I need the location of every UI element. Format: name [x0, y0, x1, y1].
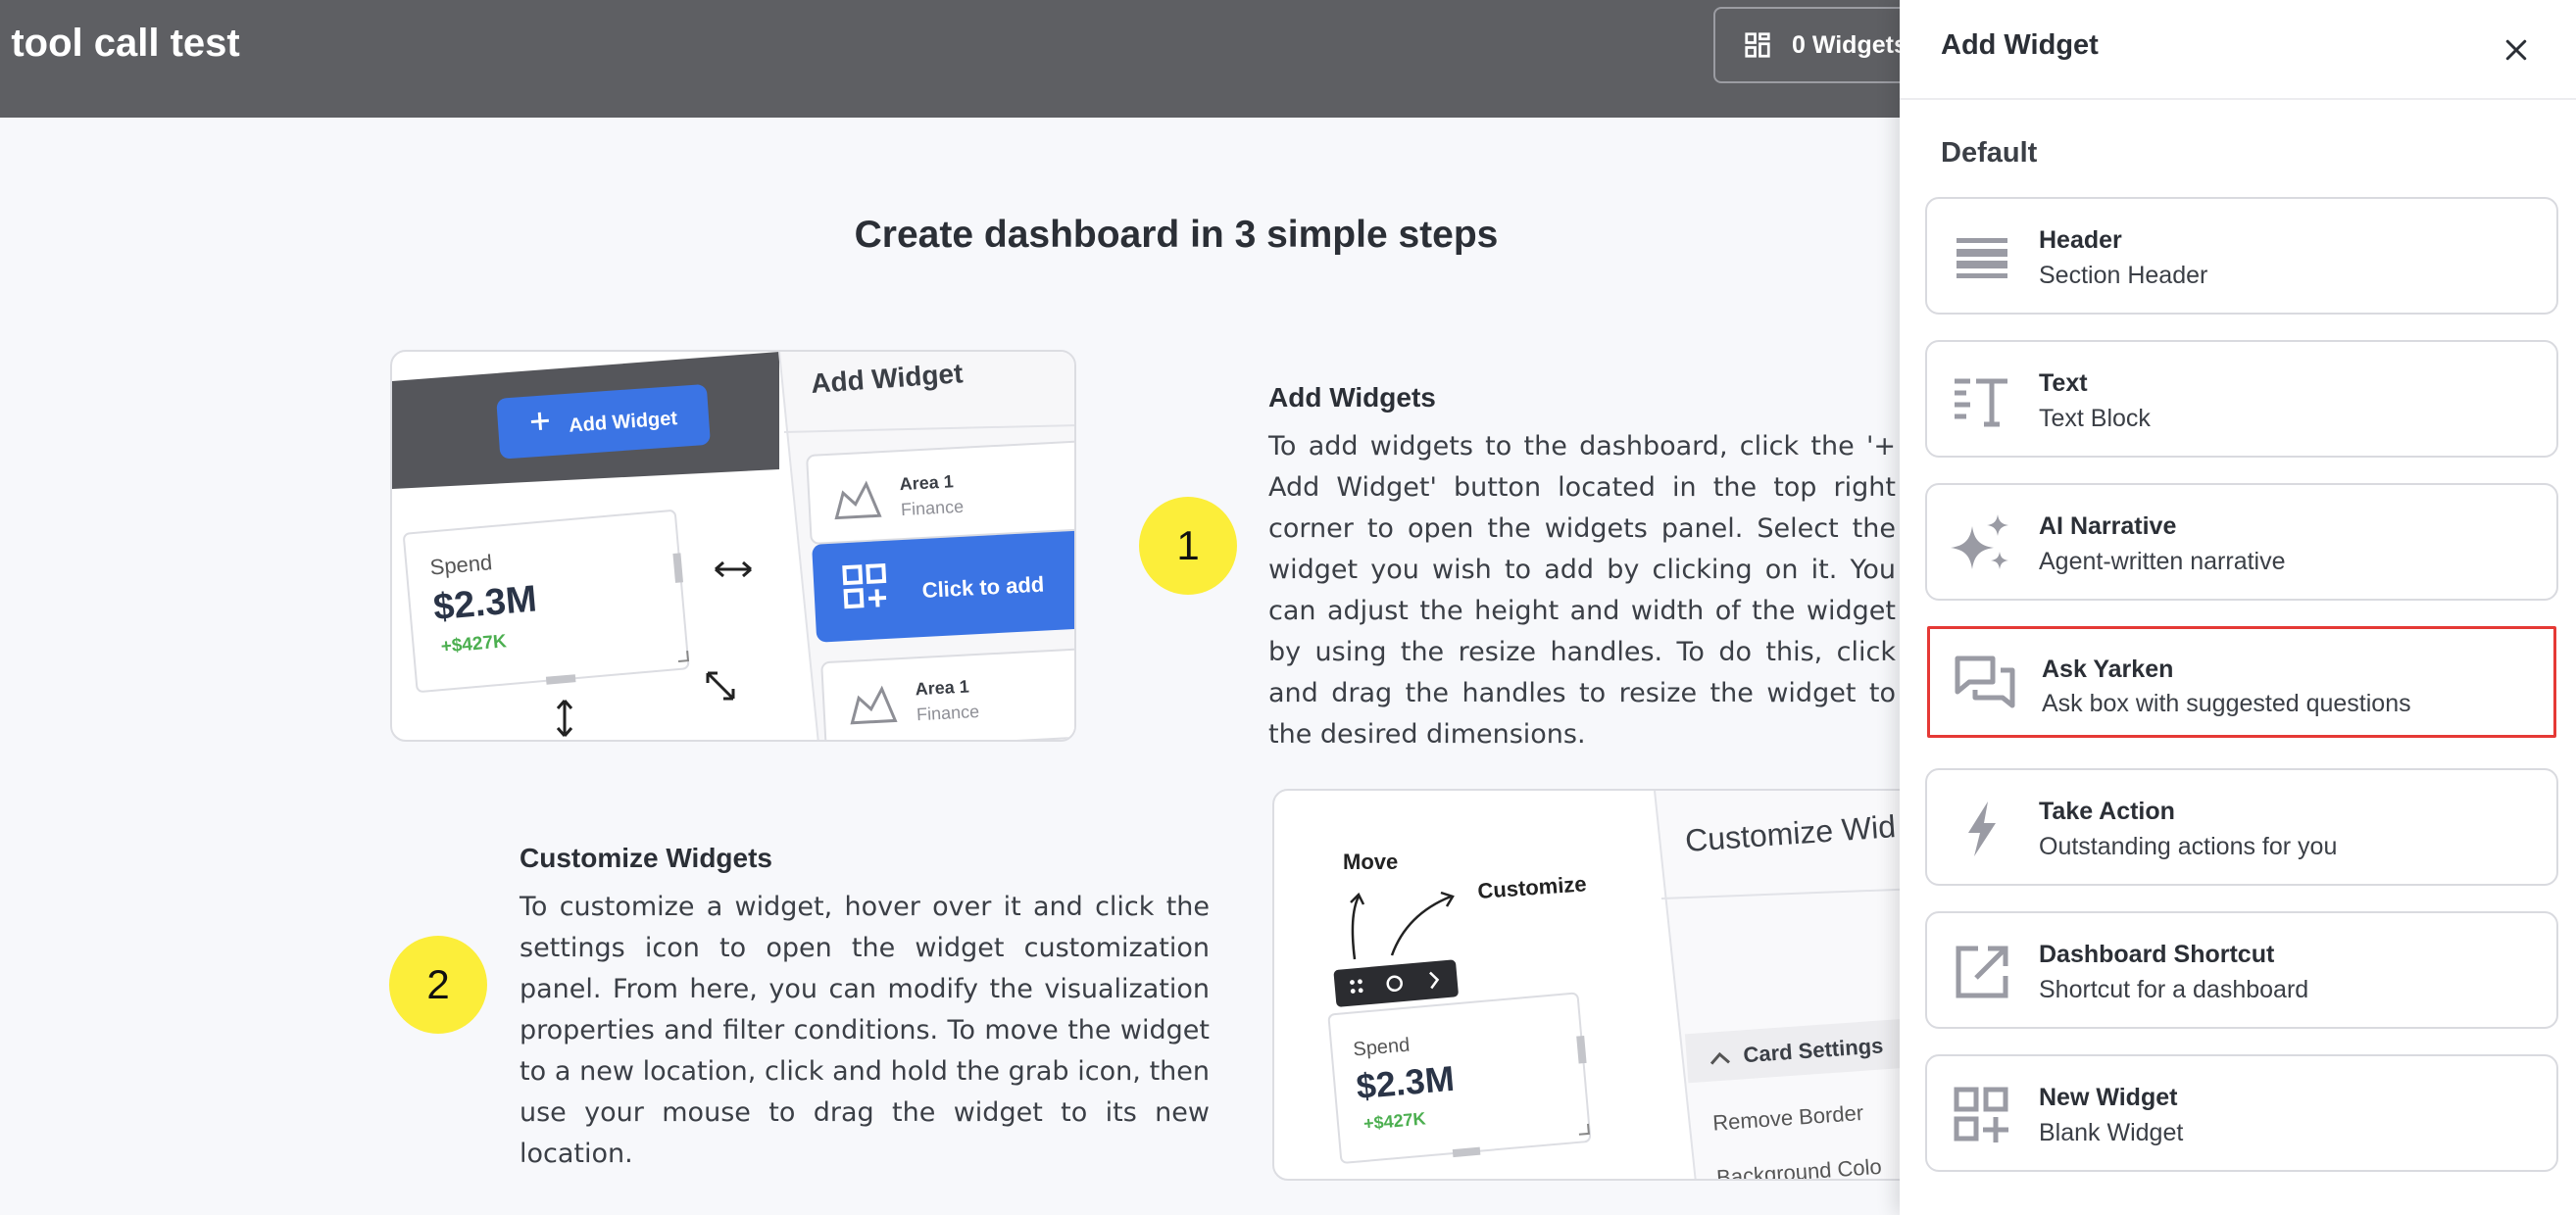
lightning-icon	[1951, 800, 2013, 858]
widget-option-new-widget[interactable]: New Widget Blank Widget	[1925, 1054, 2558, 1172]
widget-option-desc: Blank Widget	[2039, 1119, 2184, 1146]
panel-header: Add Widget	[1900, 0, 2576, 100]
widget-option-desc: Text Block	[2039, 405, 2151, 432]
chat-bubbles-icon	[1954, 655, 2016, 713]
widget-option-dashboard-shortcut[interactable]: Dashboard Shortcut Shortcut for a dashbo…	[1925, 911, 2558, 1029]
close-icon	[2505, 39, 2527, 61]
widget-option-header[interactable]: Header Section Header	[1925, 197, 2558, 315]
widget-option-name: AI Narrative	[2039, 512, 2177, 540]
step-2-title: Customize Widgets	[520, 843, 772, 873]
add-widgets-illustration: Add Widget Add Widget Area 1 Finance Cli…	[390, 350, 1076, 742]
add-widget-panel: Add Widget Default Header Section Header	[1900, 0, 2576, 1215]
widget-option-name: Text	[2039, 369, 2088, 397]
illus-item1-title: Area 1	[899, 471, 954, 494]
widget-option-name: Header	[2039, 226, 2122, 254]
widget-option-desc: Ask box with suggested questions	[2042, 690, 2411, 717]
illus-item2-sub: Finance	[916, 702, 980, 724]
illus-item2-title: Area 1	[915, 676, 969, 699]
illus-item1-sub: Finance	[901, 497, 965, 519]
dashboard-title: e tool call test	[0, 22, 240, 65]
widget-grid-add-icon	[1951, 1086, 2013, 1144]
step-2-description: To customize a widget, hover over it and…	[520, 892, 1210, 1169]
widget-option-name: New Widget	[2039, 1084, 2178, 1111]
widget-grid-icon	[1745, 32, 1770, 58]
step-1-badge: 1	[1139, 497, 1237, 595]
text-block-icon	[1951, 371, 2013, 430]
widget-option-ask-yarken[interactable]: Ask Yarken Ask box with suggested questi…	[1927, 626, 2556, 738]
widget-option-name: Ask Yarken	[2042, 656, 2174, 683]
step-1-description: To add widgets to the dashboard, click t…	[1268, 431, 1896, 750]
illus2-card-value: $2.3M	[1355, 1058, 1456, 1107]
widget-option-take-action[interactable]: Take Action Outstanding actions for you	[1925, 768, 2558, 886]
widget-option-name: Dashboard Shortcut	[2039, 941, 2275, 968]
customize-widgets-illustration: Customize Wid Card Settings Remove Borde…	[1272, 789, 1919, 1181]
section-header-icon	[1951, 228, 2013, 287]
widget-option-desc: Shortcut for a dashboard	[2039, 976, 2309, 1003]
widget-option-name: Take Action	[2039, 798, 2175, 825]
step-2-badge: 2	[389, 936, 487, 1034]
section-label-default: Default	[1941, 137, 2038, 169]
panel-title: Add Widget	[1941, 29, 2099, 61]
step-1-title: Add Widgets	[1268, 382, 1436, 413]
widget-option-desc: Section Header	[2039, 262, 2208, 289]
sparkles-icon	[1951, 514, 2013, 573]
external-link-icon	[1951, 943, 2013, 1001]
illus2-move-label: Move	[1343, 850, 1398, 874]
widget-option-ai-narrative[interactable]: AI Narrative Agent-written narrative	[1925, 483, 2558, 601]
widgets-count-label: 0 Widgets	[1792, 30, 1907, 59]
widget-option-desc: Outstanding actions for you	[2039, 833, 2338, 860]
widget-option-text[interactable]: Text Text Block	[1925, 340, 2558, 458]
close-panel-button[interactable]	[2488, 22, 2545, 78]
illus2-customize-label: Customize	[1477, 871, 1588, 903]
widget-option-desc: Agent-written narrative	[2039, 548, 2286, 575]
